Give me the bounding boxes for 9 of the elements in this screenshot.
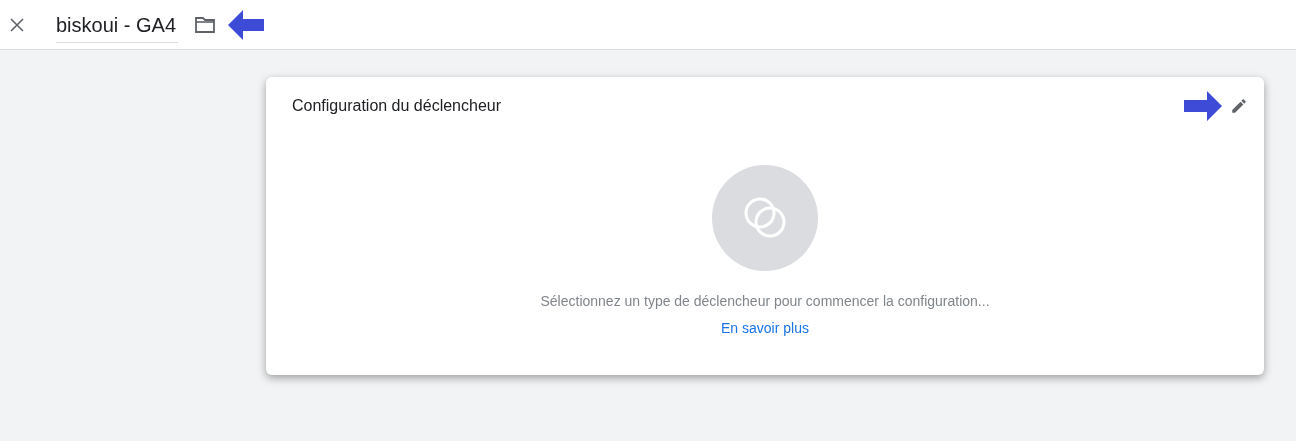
arrow-right-icon — [1184, 91, 1222, 121]
empty-state-message: Sélectionnez un type de déclencheur pour commencer la configuration... — [540, 292, 990, 311]
close-button[interactable] — [8, 15, 26, 34]
trigger-icon — [712, 165, 818, 271]
name-field[interactable]: biskoui - GA4 — [56, 10, 179, 43]
card-title: Configuration du déclencheur — [292, 96, 503, 116]
learn-more-link[interactable]: En savoir plus — [721, 318, 809, 339]
arrow-left-icon — [228, 9, 265, 40]
folder-icon[interactable] — [194, 15, 217, 34]
